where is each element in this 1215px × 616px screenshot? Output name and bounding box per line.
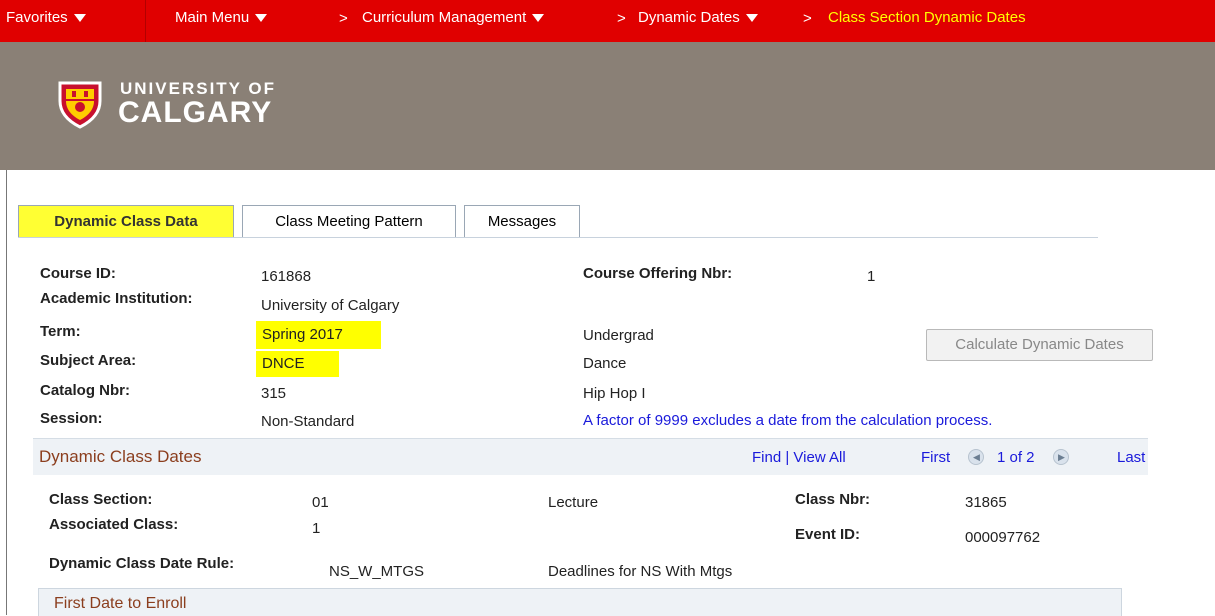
- subject-value: DNCE: [256, 351, 339, 377]
- last-link[interactable]: Last: [1117, 449, 1145, 466]
- course-offering-label: Course Offering Nbr:: [583, 265, 733, 282]
- nav-divider: [145, 0, 146, 42]
- chevron-down-icon: [532, 14, 545, 23]
- class-nbr-value: 31865: [965, 494, 1007, 511]
- date-rule-value: NS_W_MTGS: [329, 563, 425, 580]
- course-id-value: 161868: [261, 268, 312, 285]
- session-label: Session:: [40, 410, 103, 427]
- chevron-down-icon: [745, 14, 758, 23]
- next-arrow-icon[interactable]: ▶: [1053, 449, 1069, 465]
- tab-dynamic-class-data[interactable]: Dynamic Class Data: [18, 205, 234, 237]
- tab-messages[interactable]: Messages: [464, 205, 580, 237]
- date-rule-label: Dynamic Class Date Rule:: [49, 555, 235, 572]
- calculate-dynamic-dates-button[interactable]: Calculate Dynamic Dates: [926, 329, 1153, 361]
- nav-bar: Favorites Main Menu > Curriculum Managem…: [0, 0, 1215, 42]
- university-name-line2: CALGARY: [118, 96, 273, 129]
- course-id-label: Course ID:: [40, 265, 116, 282]
- event-id-value: 000097762: [965, 529, 1041, 546]
- chevron-down-icon: [73, 14, 86, 23]
- dynamic-class-dates-header: Dynamic Class Dates Find | View All Firs…: [33, 438, 1148, 475]
- class-nbr-label: Class Nbr:: [795, 491, 871, 508]
- section-title: Dynamic Class Dates: [39, 447, 202, 466]
- subject-label: Subject Area:: [40, 352, 137, 369]
- first-date-to-enroll-header: First Date to Enroll: [38, 588, 1122, 616]
- tab-baseline: [18, 237, 1098, 238]
- class-section-label: Class Section:: [49, 491, 153, 508]
- chevron-down-icon: [255, 14, 268, 23]
- section-title: First Date to Enroll: [54, 595, 187, 612]
- subject-highlight: DNCE: [256, 351, 339, 377]
- favorites-label: Favorites: [6, 9, 68, 26]
- main-menu-label: Main Menu: [175, 9, 250, 26]
- university-crest-icon: [52, 79, 108, 134]
- breadcrumb-curriculum[interactable]: Curriculum Management: [362, 9, 545, 26]
- class-section-value: 01: [312, 494, 329, 511]
- page-border: [6, 170, 7, 615]
- tab-class-meeting-pattern[interactable]: Class Meeting Pattern: [242, 205, 456, 237]
- find-view-all-link[interactable]: Find | View All: [752, 449, 846, 466]
- tab-label: Dynamic Class Data: [54, 213, 198, 230]
- previous-arrow-icon[interactable]: ◀: [968, 449, 984, 465]
- breadcrumb-separator-icon: >: [339, 10, 348, 27]
- event-id-label: Event ID:: [795, 526, 861, 543]
- first-link[interactable]: First: [921, 449, 950, 466]
- date-rule-description: Deadlines for NS With Mtgs: [548, 563, 733, 580]
- main-menu[interactable]: Main Menu: [175, 9, 268, 26]
- breadcrumb-separator-icon: >: [617, 10, 626, 27]
- tab-label: Class Meeting Pattern: [275, 213, 423, 230]
- factor-note: A factor of 9999 excludes a date from th…: [583, 412, 993, 429]
- row-counter: 1 of 2: [997, 449, 1035, 466]
- component-value: Lecture: [548, 494, 599, 511]
- term-value: Spring 2017: [256, 321, 381, 349]
- catalog-description: Hip Hop I: [583, 385, 646, 402]
- catalog-label: Catalog Nbr:: [40, 382, 130, 399]
- term-highlight: Spring 2017: [256, 321, 381, 349]
- breadcrumb-separator-icon: >: [803, 10, 812, 27]
- term-label: Term:: [40, 323, 81, 340]
- breadcrumb-curriculum-label: Curriculum Management: [362, 9, 527, 26]
- breadcrumb-dynamic-dates-label: Dynamic Dates: [638, 9, 740, 26]
- course-offering-value: 1: [867, 268, 876, 285]
- tab-label: Messages: [487, 213, 557, 230]
- career-value: Undergrad: [583, 327, 654, 344]
- breadcrumb-dynamic-dates[interactable]: Dynamic Dates: [638, 9, 758, 26]
- institution-value: University of Calgary: [261, 297, 400, 314]
- breadcrumb-current: Class Section Dynamic Dates: [828, 9, 1026, 26]
- subject-description: Dance: [583, 355, 627, 372]
- favorites-menu[interactable]: Favorites: [6, 9, 86, 26]
- session-value: Non-Standard: [261, 413, 355, 430]
- institution-label: Academic Institution:: [40, 290, 193, 307]
- associated-class-value: 1: [312, 520, 321, 537]
- catalog-value: 315: [261, 385, 287, 402]
- associated-class-label: Associated Class:: [49, 516, 179, 533]
